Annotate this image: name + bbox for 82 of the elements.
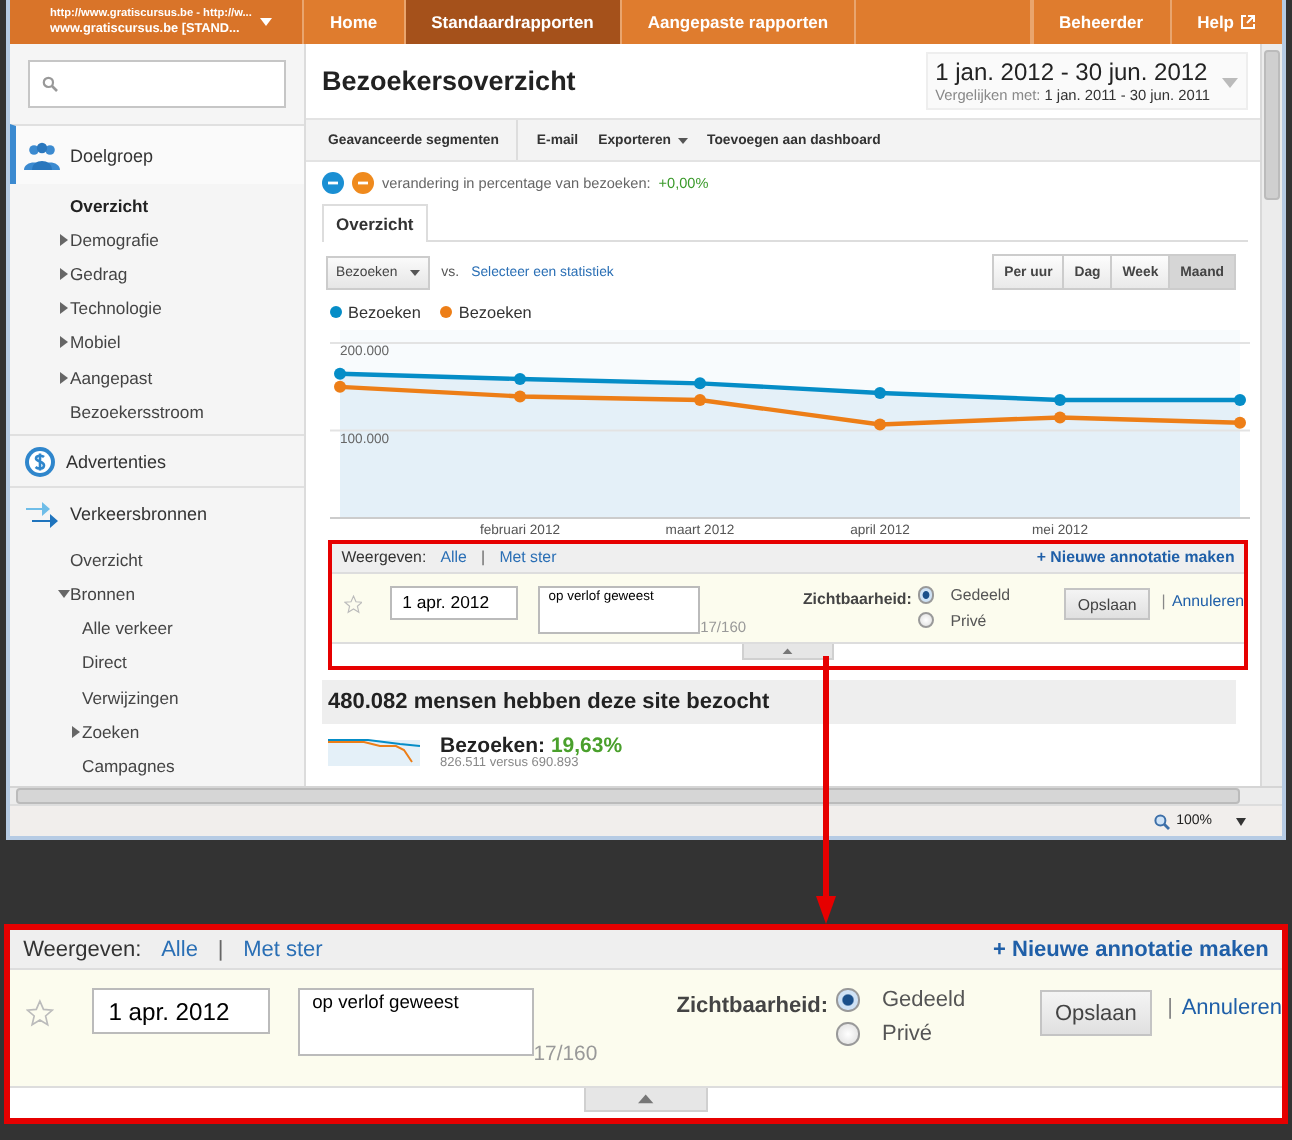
data-point	[694, 393, 706, 406]
sidebar-section[interactable]: Advertenties	[10, 434, 304, 487]
legend-item: Bezoeken	[330, 303, 421, 321]
search-field[interactable]	[28, 60, 286, 108]
nav-tab[interactable]: Standaardrapporten	[405, 0, 622, 44]
cancel-link[interactable]: Annuleren	[1181, 996, 1282, 1021]
report-tab[interactable]: Overzicht	[322, 204, 428, 242]
save-button[interactable]: Opslaan	[1039, 990, 1152, 1037]
expanded-arrow-icon[interactable]	[58, 588, 70, 601]
collapsed-arrow-icon[interactable]	[58, 371, 70, 384]
date-range: 1 jan. 2012 - 30 jun. 2012	[935, 58, 1210, 86]
sidebar-section[interactable]: Verkeersbronnen	[10, 486, 304, 539]
nav-item[interactable]: Bezoekersstroom	[70, 401, 204, 422]
character-counter: 17/160	[533, 1044, 598, 1067]
collapsed-arrow-icon[interactable]	[58, 336, 70, 349]
visibility-label: Zichtbaarheid:	[676, 994, 829, 1019]
segment-icon	[352, 172, 374, 194]
nav-item[interactable]: Bronnen	[70, 584, 135, 605]
collapsed-arrow-icon[interactable]	[58, 267, 70, 280]
nav-item[interactable]: Zoeken	[82, 721, 140, 742]
data-point	[1054, 411, 1066, 424]
visibility-option[interactable]: Privé	[836, 1021, 966, 1046]
sparkline-drawing	[328, 734, 420, 767]
nav-item[interactable]: Technologie	[70, 298, 162, 319]
people-icon	[24, 141, 60, 169]
radio-button[interactable]	[918, 586, 935, 604]
radio-button[interactable]	[836, 1022, 860, 1046]
caret-up-icon	[638, 1093, 654, 1104]
metric-change: Bezoeken: 19,63%	[440, 734, 623, 759]
data-point	[514, 390, 526, 403]
nav-item[interactable]: Direct	[82, 652, 127, 673]
data-point	[1234, 416, 1246, 429]
coin-icon	[24, 445, 56, 478]
nav-item[interactable]: Overzicht	[70, 549, 143, 570]
caret-icon	[259, 18, 272, 26]
data-point	[1234, 393, 1246, 406]
collapsed-arrow-icon[interactable]	[70, 725, 82, 738]
visibility-option[interactable]: Gedeeld	[836, 988, 966, 1013]
filter-link[interactable]: Alle	[161, 937, 198, 962]
radio-button[interactable]	[918, 612, 935, 629]
collapsed-arrow-icon[interactable]	[58, 233, 70, 246]
search-icon	[42, 76, 58, 92]
star-icon[interactable]	[25, 995, 54, 1031]
vertical-scrollbar[interactable]	[1260, 44, 1282, 786]
caret-icon	[1222, 78, 1238, 88]
nav-item[interactable]: Demografie	[70, 229, 159, 250]
date-field[interactable]: 1 apr. 2012	[91, 988, 271, 1035]
separator: |	[217, 937, 224, 962]
radio-button[interactable]	[836, 988, 860, 1012]
horizontal-scrollbar[interactable]	[10, 786, 1282, 804]
data-point	[874, 418, 886, 431]
collapse-handle[interactable]	[583, 1087, 709, 1112]
zoom-icon	[1154, 813, 1171, 829]
show-label: Weergeven:	[23, 937, 142, 962]
note-field[interactable]: op verlof geweest	[298, 988, 534, 1056]
nav-item[interactable]: Verwijzingen	[82, 687, 179, 708]
data-point	[1054, 393, 1066, 406]
summary-headline: 480.082 mensen hebben deze site bezocht	[322, 680, 1236, 725]
legend-item: Bezoeken	[440, 303, 532, 321]
external-link-icon	[1240, 14, 1256, 30]
filter-link[interactable]: Met ster	[243, 937, 323, 962]
star-icon[interactable]	[343, 591, 363, 617]
data-point	[514, 372, 526, 385]
caret-icon	[1230, 817, 1250, 825]
nav-item[interactable]: Overzicht	[70, 195, 149, 216]
nav-item[interactable]: Gedrag	[70, 263, 128, 284]
arrows-icon	[24, 497, 60, 530]
data-point	[694, 377, 706, 390]
caret-icon	[677, 137, 687, 143]
segment-icon	[322, 172, 344, 194]
date-field[interactable]: 1 apr. 2012	[389, 586, 519, 620]
nav-item[interactable]: Campagnes	[82, 756, 175, 777]
data-point	[874, 386, 886, 399]
collapsed-arrow-icon[interactable]	[58, 302, 70, 315]
caret-icon	[409, 269, 420, 275]
page-title: Bezoekersoverzicht	[322, 66, 576, 96]
nav-item[interactable]: Aangepast	[70, 367, 153, 388]
nav-item[interactable]: Alle verkeer	[82, 618, 173, 639]
nav-item[interactable]: Mobiel	[70, 332, 121, 353]
separator: |	[1167, 996, 1173, 1021]
sidebar-section[interactable]: Doelgroep	[10, 124, 304, 184]
new-annotation-link[interactable]: + Nieuwe annotatie maken	[993, 937, 1269, 962]
